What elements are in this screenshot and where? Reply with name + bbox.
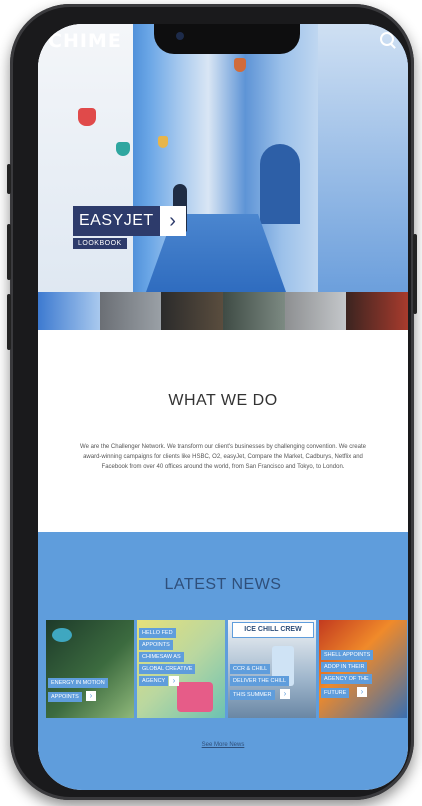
notch: [154, 24, 300, 54]
thumbnail-strip: [38, 292, 408, 330]
ice-chill-crew-sign: ICE CHILL CREW: [232, 622, 314, 638]
flower-pot-icon: [116, 142, 130, 156]
news-cards: ENERGY IN MOTION APPOINTS › HELLO FED AP…: [46, 620, 408, 718]
news-card[interactable]: ICE CHILL CREW CCR & CHILL DELIVER THE C…: [228, 620, 316, 718]
card-label: THIS SUMMER: [230, 690, 275, 700]
news-card[interactable]: ENERGY IN MOTION APPOINTS ›: [46, 620, 134, 718]
hero-door: [260, 144, 300, 224]
card-label: AGENCY OF THE: [321, 674, 372, 684]
section-title: LATEST NEWS: [164, 576, 282, 593]
volume-down-button: [7, 294, 11, 350]
thumbnail[interactable]: [346, 292, 408, 330]
card-label: SHELL APPOINTS: [321, 650, 374, 660]
see-more-news-link[interactable]: See More News: [38, 742, 408, 748]
bird-icon: [52, 628, 72, 642]
card-label: FUTURE: [321, 688, 350, 698]
card-label: GLOBAL CREATIVE: [139, 664, 196, 674]
card-label: CCR & CHILL: [230, 664, 271, 674]
card-arrow-button[interactable]: ›: [280, 689, 290, 699]
section-body: We are the Challenger Network. We transf…: [80, 444, 366, 470]
volume-up-button: [7, 224, 11, 280]
flower-pot-icon: [234, 58, 246, 72]
card-label: DELIVER THE CHILL: [230, 676, 290, 686]
flower-pot-icon: [158, 136, 168, 148]
card-label: CHIMESAW AS: [139, 652, 184, 662]
card-arrow-button[interactable]: ›: [357, 687, 367, 697]
card-label: ENERGY IN MOTION: [48, 678, 108, 688]
decorative-shape: [177, 682, 213, 712]
flower-pot-icon: [78, 108, 96, 126]
news-card[interactable]: HELLO FED APPOINTS CHIMESAW AS GLOBAL CR…: [137, 620, 225, 718]
promo-banner[interactable]: EASYJET ›: [73, 206, 186, 236]
search-icon[interactable]: [380, 32, 394, 46]
thumbnail[interactable]: [161, 292, 224, 330]
mute-switch: [7, 164, 11, 194]
phone-screen: CHIME EASYJET › LOOKBOOK WHAT WE DO We a…: [38, 24, 408, 790]
thumbnail[interactable]: [99, 292, 162, 330]
card-arrow-button[interactable]: ›: [86, 691, 96, 701]
camera-icon: [176, 32, 184, 40]
card-label: APPOINTS: [48, 692, 82, 702]
card-arrow-button[interactable]: ›: [169, 676, 179, 686]
phone-frame: CHIME EASYJET › LOOKBOOK WHAT WE DO We a…: [7, 4, 417, 800]
chime-logo[interactable]: CHIME: [48, 30, 122, 52]
what-we-do-section: WHAT WE DO We are the Challenger Network…: [38, 330, 408, 532]
news-card[interactable]: SHELL APPOINTS ADOP IN THEIR AGENCY OF T…: [319, 620, 407, 718]
card-label: APPOINTS: [139, 640, 173, 650]
hero-wall-right: [318, 24, 408, 292]
thumbnail[interactable]: [38, 292, 100, 330]
power-button: [413, 234, 417, 314]
promo-title: EASYJET: [73, 206, 160, 236]
promo-tag[interactable]: LOOKBOOK: [73, 238, 127, 249]
card-label: AGENCY: [139, 676, 169, 686]
section-title: WHAT WE DO: [168, 392, 278, 409]
latest-news-section: LATEST NEWS ENERGY IN MOTION APPOINTS › …: [38, 532, 408, 790]
hero-wall-left: [38, 24, 133, 292]
thumbnail[interactable]: [223, 292, 285, 330]
card-label: ADOP IN THEIR: [321, 662, 368, 672]
hero-image[interactable]: CHIME EASYJET › LOOKBOOK: [38, 24, 408, 292]
thumbnail[interactable]: [284, 292, 347, 330]
promo-arrow-button[interactable]: ›: [159, 206, 186, 236]
card-label: HELLO FED: [139, 628, 176, 638]
